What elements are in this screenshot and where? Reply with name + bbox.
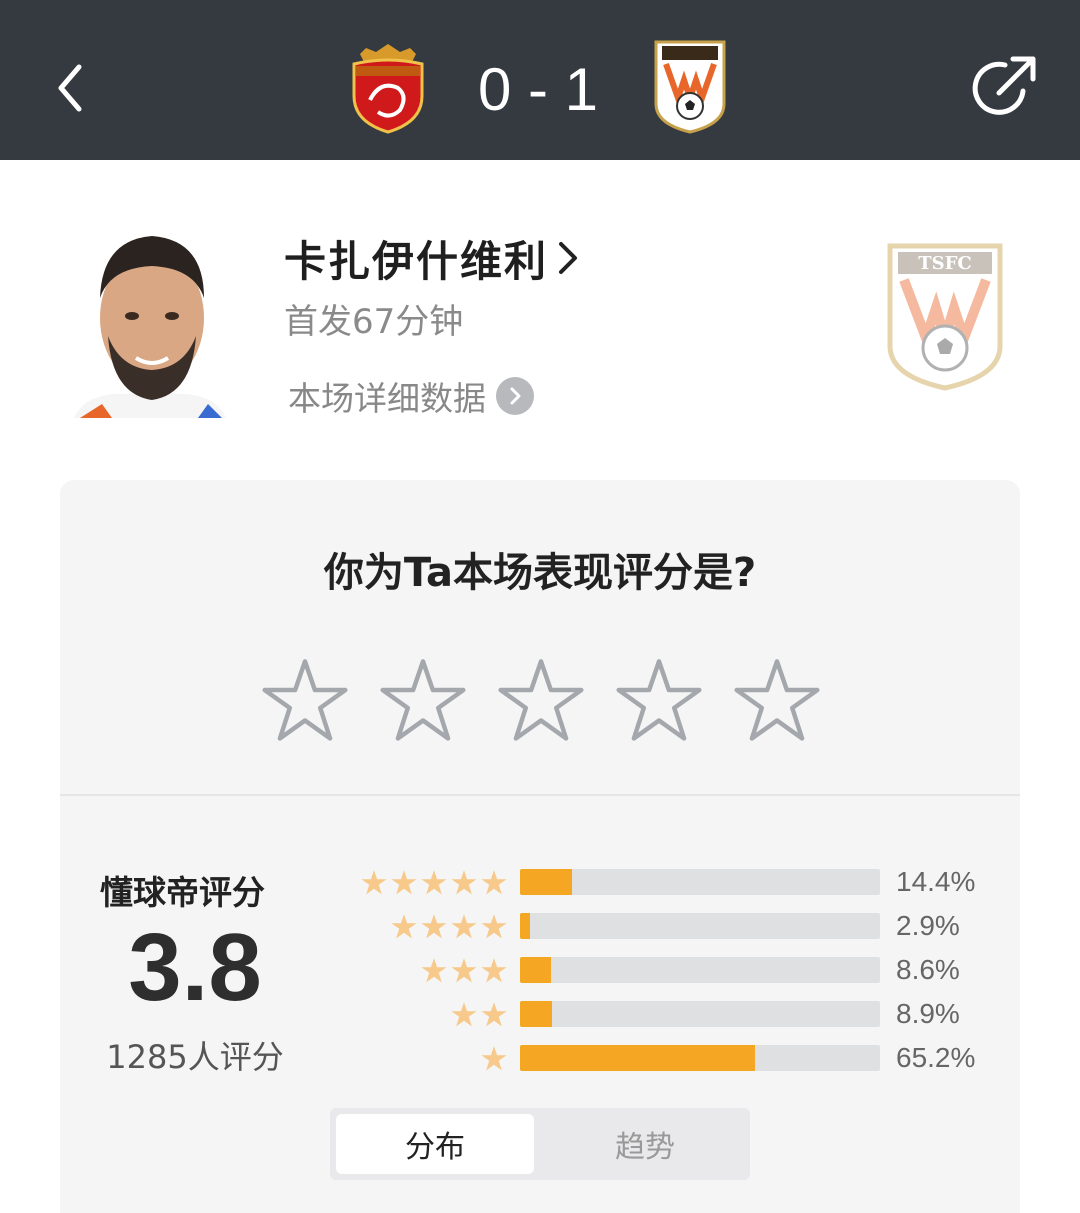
distribution-bar (520, 869, 880, 895)
star-icon (391, 870, 417, 895)
divider (60, 794, 1020, 796)
distribution-bar-fill (520, 957, 551, 983)
average-score: 3.8 (128, 914, 262, 1021)
star-icon (481, 914, 507, 939)
view-tabs: 分布 趋势 (330, 1108, 750, 1180)
match-detail-label: 本场详细数据 (288, 379, 486, 418)
distribution-percent: 14.4% (896, 866, 976, 897)
star-icon (481, 1046, 507, 1071)
distribution-bar-fill (520, 1001, 553, 1027)
distribution-percent: 8.9% (896, 998, 960, 1029)
player-name: 卡扎伊什维利 (284, 236, 549, 286)
rating-card: 你为Ta本场表现评分是? 懂球帝评分 3.8 1285人评分 14.4% 2.9%… (60, 480, 1020, 1213)
share-icon (972, 56, 1036, 115)
star-icon (451, 914, 477, 939)
star-icon (451, 1002, 477, 1027)
distribution-row: 8.6% (350, 954, 990, 985)
distribution-percent: 2.9% (896, 910, 960, 941)
distribution-bar (520, 957, 880, 983)
chevron-right-icon (559, 242, 578, 274)
away-team-logo[interactable] (654, 40, 726, 134)
distribution-percent: 8.6% (896, 954, 960, 985)
distribution-percent: 65.2% (896, 1042, 976, 1073)
tab-distribution[interactable]: 分布 (336, 1114, 534, 1174)
rating-star-row (260, 656, 822, 742)
distribution-bar-fill (520, 869, 572, 895)
star-icon (421, 914, 447, 939)
distribution-stars (360, 868, 508, 896)
distribution-row: 2.9% (350, 910, 990, 941)
rate-star-4-icon[interactable] (614, 656, 704, 742)
badge-text: TSFC (918, 253, 972, 274)
chevron-right-circle-icon (496, 377, 534, 415)
player-minutes: 首发67分钟 (284, 302, 464, 342)
home-team-logo[interactable] (346, 40, 430, 136)
rate-star-2-icon[interactable] (378, 656, 468, 742)
share-button[interactable] (964, 52, 1048, 124)
star-icon (451, 958, 477, 983)
star-icon (481, 958, 507, 983)
distribution-bar (520, 913, 880, 939)
back-button[interactable] (40, 50, 100, 126)
distribution-bar-fill (520, 1045, 755, 1071)
star-icon (391, 914, 417, 939)
star-icon (421, 958, 447, 983)
match-score: 0 - 1 (477, 56, 599, 123)
distribution-row: 65.2% (350, 1042, 990, 1073)
distribution-bar-fill (520, 913, 531, 939)
distribution-row: 8.9% (350, 998, 990, 1029)
rate-star-1-icon[interactable] (260, 656, 350, 742)
distribution-row: 14.4% (350, 866, 990, 897)
distribution-stars (450, 1000, 508, 1028)
player-photo (72, 218, 228, 418)
star-icon (451, 870, 477, 895)
rating-label: 懂球帝评分 (100, 873, 265, 912)
distribution-bar (520, 1045, 880, 1071)
player-team-badge: TSFC (886, 242, 1004, 392)
rating-question: 你为Ta本场表现评分是? (323, 550, 757, 596)
star-icon (481, 870, 507, 895)
tab-trend[interactable]: 趋势 (546, 1114, 744, 1174)
star-icon (361, 870, 387, 895)
chevron-left-icon (58, 64, 82, 112)
player-name-link[interactable]: 卡扎伊什维利 (284, 228, 580, 288)
match-detail-link[interactable]: 本场详细数据 (288, 372, 534, 420)
distribution-stars (420, 956, 508, 984)
distribution-bar (520, 1001, 880, 1027)
distribution-stars (390, 912, 508, 940)
rate-star-5-icon[interactable] (732, 656, 822, 742)
rate-star-3-icon[interactable] (496, 656, 586, 742)
match-header: 0 - 1 (0, 0, 1080, 160)
rating-count: 1285人评分 (106, 1038, 284, 1076)
star-icon (421, 870, 447, 895)
distribution-stars (480, 1044, 508, 1072)
star-icon (481, 1002, 507, 1027)
